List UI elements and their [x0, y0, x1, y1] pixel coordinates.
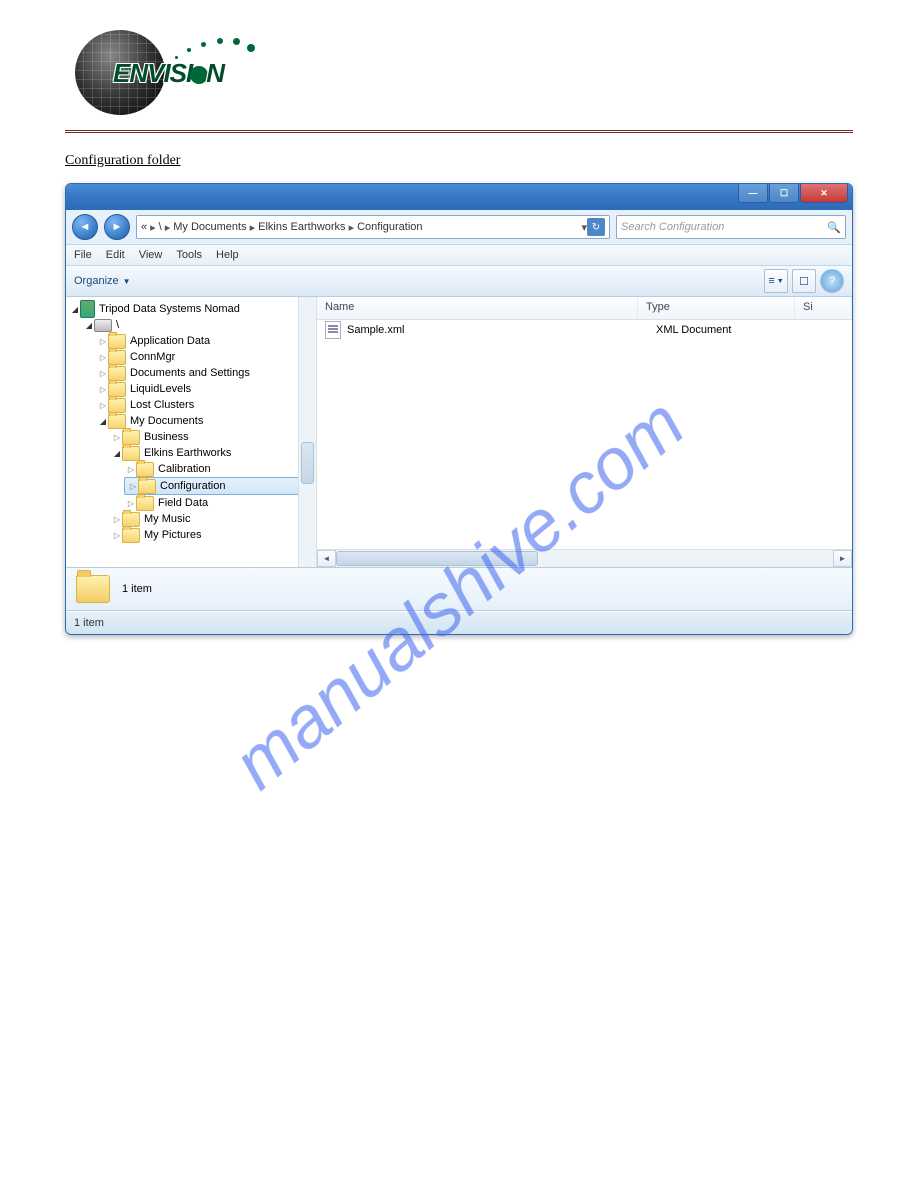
menubar: File Edit View Tools Help	[66, 244, 852, 266]
folder-icon	[122, 446, 140, 461]
folder-icon	[108, 382, 126, 397]
xml-file-icon	[325, 321, 341, 339]
status-text: 1 item	[74, 617, 104, 629]
tree-item[interactable]: Calibration	[158, 463, 211, 475]
close-button[interactable]: ✕	[800, 184, 848, 203]
drive-icon	[94, 319, 112, 332]
explorer-window: — ☐ ✕ ◄ ► «▸ \▸ My Documents▸ Elkins Ear…	[65, 183, 853, 635]
tree-item[interactable]: My Pictures	[144, 529, 201, 541]
titlebar[interactable]: — ☐ ✕	[66, 184, 852, 210]
folder-icon	[136, 496, 154, 511]
folder-tree[interactable]: ◢Tripod Data Systems Nomad ◢\ ▷Applicati…	[66, 297, 317, 567]
crumb[interactable]: \	[159, 221, 162, 233]
scroll-right-icon[interactable]: ►	[833, 550, 852, 567]
crumb[interactable]: My Documents	[173, 221, 246, 233]
device-icon	[80, 300, 95, 318]
status-bar: 1 item	[66, 611, 852, 634]
crumb[interactable]: «	[141, 221, 147, 233]
tree-item[interactable]: ConnMgr	[130, 351, 175, 363]
tree-item[interactable]: My Music	[144, 513, 190, 525]
details-pane: 1 item	[66, 568, 852, 611]
crumb[interactable]: Configuration	[357, 221, 422, 233]
folder-icon	[108, 414, 126, 429]
tree-elkins[interactable]: Elkins Earthworks	[144, 447, 231, 459]
folder-icon	[122, 430, 140, 445]
minimize-button[interactable]: —	[738, 184, 768, 203]
search-input[interactable]: Search Configuration 🔍	[616, 215, 846, 239]
search-icon: 🔍	[827, 221, 841, 234]
address-bar[interactable]: «▸ \▸ My Documents▸ Elkins Earthworks▸ C…	[136, 215, 610, 239]
detail-text: 1 item	[122, 583, 152, 595]
menu-view[interactable]: View	[139, 249, 163, 261]
folder-icon	[108, 398, 126, 413]
preview-pane-button[interactable]: ☐	[792, 269, 816, 293]
tree-item[interactable]: LiquidLevels	[130, 383, 191, 395]
tree-mydocs[interactable]: My Documents	[130, 415, 203, 427]
tree-item[interactable]: Business	[144, 431, 189, 443]
tree-root[interactable]: Tripod Data Systems Nomad	[99, 303, 240, 315]
col-type[interactable]: Type	[638, 297, 795, 319]
file-name: Sample.xml	[347, 324, 656, 336]
tree-item[interactable]: Lost Clusters	[130, 399, 194, 411]
folder-icon	[108, 366, 126, 381]
folder-icon	[136, 462, 154, 477]
organize-button[interactable]: Organize ▼	[74, 275, 131, 287]
folder-icon	[138, 479, 156, 494]
tree-item[interactable]: Field Data	[158, 497, 208, 509]
brand-logo: ENVISIN	[65, 0, 853, 130]
folder-icon	[122, 512, 140, 527]
folder-icon	[76, 575, 110, 603]
views-button[interactable]: ≡▼	[764, 269, 788, 293]
help-button[interactable]: ?	[820, 269, 844, 293]
folder-icon	[108, 350, 126, 365]
list-item[interactable]: Sample.xml XML Document	[317, 320, 852, 340]
tree-scrollbar[interactable]	[298, 297, 316, 567]
menu-tools[interactable]: Tools	[176, 249, 202, 261]
forward-button[interactable]: ►	[104, 214, 130, 240]
refresh-button[interactable]: ↻	[587, 218, 605, 236]
col-name[interactable]: Name	[317, 297, 638, 319]
h-scrollbar[interactable]: ◄ ►	[317, 549, 852, 567]
brand-wordmark: ENVISIN	[113, 58, 224, 89]
list-header[interactable]: Name Type Si	[317, 297, 852, 320]
tree-item-selected[interactable]: Configuration	[160, 480, 225, 492]
tree-item[interactable]: Application Data	[130, 335, 210, 347]
back-button[interactable]: ◄	[72, 214, 98, 240]
tree-item[interactable]: Documents and Settings	[130, 367, 250, 379]
scroll-left-icon[interactable]: ◄	[317, 550, 336, 567]
menu-file[interactable]: File	[74, 249, 92, 261]
file-list[interactable]: Name Type Si Sample.xml XML Document ◄ ►	[317, 297, 852, 567]
folder-icon	[122, 528, 140, 543]
file-type: XML Document	[656, 324, 804, 336]
section-heading: Configuration folder	[65, 153, 853, 169]
crumb[interactable]: Elkins Earthworks	[258, 221, 345, 233]
divider	[65, 130, 853, 133]
menu-edit[interactable]: Edit	[106, 249, 125, 261]
tree-drive[interactable]: \	[116, 319, 119, 331]
menu-help[interactable]: Help	[216, 249, 239, 261]
col-size[interactable]: Si	[795, 297, 852, 319]
maximize-button[interactable]: ☐	[769, 184, 799, 203]
folder-icon	[108, 334, 126, 349]
